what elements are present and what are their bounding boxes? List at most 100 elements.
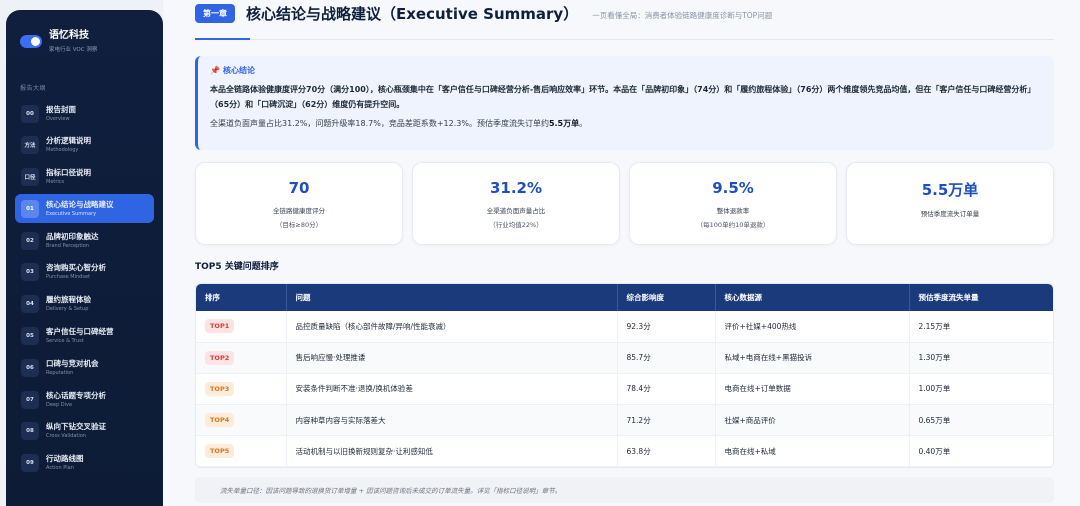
loss-cell: 1.00万单 — [909, 373, 1053, 406]
sidebar-item-5[interactable]: 03 咨询购买心智分析 Purchase Mindset — [15, 258, 154, 287]
nav-sublabel: Brand Perception — [46, 242, 89, 249]
conclusion-p2-text: 全渠道负面声量占比31.2%，问题升级率18.7%，竞品差距系数+12.3%。预… — [210, 119, 549, 128]
nav-label: 指标口径说明 — [46, 168, 91, 178]
rank-cell: TOP2 — [196, 342, 287, 374]
issue-cell: 内容种草内容与实际落差大 — [286, 404, 618, 437]
kpi-value: 31.2% — [489, 179, 543, 197]
column-header: 排序 — [196, 284, 287, 311]
sidebar-item-1[interactable]: 方法 分析逻辑说明 Methodology — [15, 131, 154, 160]
top5-table: 排序 问题 综合影响度 核心数据源 预估季度流失单量 TOP1 品控质量缺陷（核心部件故障… — [195, 283, 1054, 469]
nav-label: 客户信任与口碑经营 — [46, 327, 114, 337]
kpi-value: 70 — [288, 179, 310, 197]
footnote: 流失单量口径：因该问题导致的退换货订单增量 + 因该问题咨询后未成交的订单流失量… — [195, 477, 1054, 503]
nav-label: 报告封面 — [46, 104, 76, 114]
source-cell: 私域+电商在线+黑猫投诉 — [715, 342, 910, 374]
sidebar-nav: 00 报告封面 Overview 方法 分析逻辑说明 Methodology 口径 指标口径说… — [6, 99, 163, 478]
sidebar-item-10[interactable]: 08 纵向下钻交叉验证 Cross Validation — [15, 417, 154, 446]
impact-cell: 85.7分 — [617, 342, 716, 374]
kpi-card: 9.5% 整体退款率 （每100单约10单退款） — [629, 162, 837, 245]
nav-sublabel: Overview — [46, 115, 70, 122]
sidebar-item-4[interactable]: 02 品牌初印象触达 Brand Perception — [15, 226, 154, 255]
sidebar-item-9[interactable]: 07 核心话题专项分析 Deep Dive — [15, 385, 154, 414]
conclusion-paragraph-1: 本品全链路体验健康度评分70分（满分100），核心瓶颈集中在「客户信任与口碑经营… — [210, 85, 1036, 109]
nav-label: 咨询购买心智分析 — [46, 263, 106, 273]
nav-label: 口碑与竞对机会 — [46, 358, 99, 368]
issue-cell: 活动机制与以旧换新规则复杂·让利感知低 — [286, 435, 618, 468]
sidebar-item-2[interactable]: 口径 指标口径说明 Metrics — [15, 163, 154, 192]
header-divider — [195, 39, 1054, 40]
nav-badge: 口径 — [21, 168, 39, 187]
loss-cell: 1.30万单 — [909, 342, 1053, 374]
kpi-label: 预估季度流失订单量 — [920, 210, 980, 218]
conclusion-p2-highlight: 5.5万单 — [548, 119, 580, 128]
sidebar-item-11[interactable]: 09 行动路线图 Action Plan — [15, 449, 154, 478]
conclusion-card: 📌 核心结论 本品全链路体验健康度评分70分（满分100），核心瓶颈集中在「客户… — [195, 56, 1054, 150]
nav-badge: 04 — [21, 295, 39, 314]
nav-sublabel: Methodology — [46, 147, 79, 154]
nav-badge: 方法 — [21, 136, 39, 155]
issue-cell: 售后响应慢·处理推诿 — [286, 342, 618, 374]
rank-cell: TOP1 — [196, 311, 287, 343]
brand: 语忆科技 家电行业 VOC 洞察 — [6, 10, 163, 53]
sidebar-item-3[interactable]: 01 核心结论与战略建议 Executive Summary — [15, 194, 154, 224]
issue-cell: 品控质量缺陷（核心部件故障/异响/性能衰减） — [286, 311, 618, 343]
column-header: 问题 — [286, 284, 618, 311]
column-header: 预估季度流失单量 — [909, 284, 1053, 311]
top5-title: TOP5 关键问题排序 — [195, 262, 279, 272]
sidebar-section-label: 报告大纲 — [20, 85, 47, 92]
sidebar-item-6[interactable]: 04 履约旅程体验 Delivery & Setup — [15, 290, 154, 319]
sidebar-item-8[interactable]: 06 口碑与竞对机会 Reputation — [15, 353, 154, 382]
impact-cell: 71.2分 — [617, 404, 716, 437]
nav-sublabel: Deep Dive — [46, 401, 73, 408]
conclusion-p2-end: 。 — [579, 119, 588, 128]
source-cell: 社媒+商品评价 — [715, 404, 910, 437]
rank-cell: TOP3 — [196, 373, 287, 406]
kpi-label: 全渠道负面声量占比 — [486, 207, 546, 215]
nav-label: 行动路线图 — [46, 454, 84, 464]
table-row: TOP3 安装条件判断不准·退换/换机体验差 78.4分 电商在线+订单数据 1.00万… — [196, 373, 1053, 406]
nav-label: 分析逻辑说明 — [46, 136, 91, 146]
nav-badge: 07 — [21, 390, 39, 409]
kpi-card: 31.2% 全渠道负面声量占比 （行业均值22%） — [412, 162, 620, 245]
nav-sublabel: Service & Trust — [46, 338, 84, 345]
kpi-card: 5.5万单 预估季度流失订单量 — [846, 162, 1054, 245]
loss-cell: 2.15万单 — [909, 311, 1053, 343]
chapter-badge: 第一章 — [195, 4, 235, 23]
impact-cell: 63.8分 — [617, 435, 716, 468]
rank-badge: TOP1 — [205, 319, 235, 334]
rank-badge: TOP5 — [205, 444, 235, 459]
table-row: TOP1 品控质量缺陷（核心部件故障/异响/性能衰减） 92.3分 评价+社媒+400… — [196, 311, 1053, 343]
kpi-note: （行业均值22%） — [489, 221, 543, 229]
nav-label: 核心话题专项分析 — [46, 390, 106, 400]
page-subtitle: 一页看懂全局：消费者体验链路健康度诊断与TOP问题 — [592, 10, 773, 20]
nav-label: 纵向下钻交叉验证 — [46, 422, 106, 432]
nav-badge: 01 — [21, 199, 39, 218]
nav-badge: 00 — [21, 104, 39, 123]
table-row: TOP4 内容种草内容与实际落差大 71.2分 社媒+商品评价 0.65万单 — [196, 404, 1053, 437]
nav-label: 核心结论与战略建议 — [46, 199, 114, 209]
brand-logo-icon — [20, 35, 42, 48]
impact-cell: 78.4分 — [617, 373, 716, 406]
source-cell: 评价+社媒+400热线 — [715, 311, 910, 343]
kpi-note: （每100单约10单退款） — [696, 221, 770, 229]
sidebar-item-7[interactable]: 05 客户信任与口碑经营 Service & Trust — [15, 322, 154, 351]
rank-cell: TOP4 — [196, 404, 287, 437]
nav-badge: 06 — [21, 358, 39, 377]
conclusion-title-text: 核心结论 — [222, 66, 255, 75]
rank-cell: TOP5 — [196, 435, 287, 468]
issue-cell: 安装条件判断不准·退换/换机体验差 — [286, 373, 618, 406]
sidebar-item-0[interactable]: 00 报告封面 Overview — [15, 99, 154, 128]
nav-sublabel: Executive Summary — [46, 210, 97, 217]
loss-cell: 0.65万单 — [909, 404, 1053, 437]
nav-sublabel: Purchase Mindset — [46, 274, 90, 281]
kpi-label: 整体退款率 — [716, 207, 750, 215]
table-header-row: 排序 问题 综合影响度 核心数据源 预估季度流失单量 — [196, 284, 1053, 311]
brand-title: 语忆科技 — [49, 30, 89, 41]
rank-badge: TOP4 — [205, 413, 235, 428]
table-row: TOP5 活动机制与以旧换新规则复杂·让利感知低 63.8分 电商在线+私域 0.40万… — [196, 435, 1053, 468]
nav-sublabel: Reputation — [46, 369, 74, 376]
nav-badge: 05 — [21, 327, 39, 346]
nav-badge: 09 — [21, 454, 39, 473]
page-header: 第一章 核心结论与战略建议（Executive Summary） 一页看懂全局：… — [195, 3, 772, 24]
nav-label: 品牌初印象触达 — [46, 231, 99, 241]
